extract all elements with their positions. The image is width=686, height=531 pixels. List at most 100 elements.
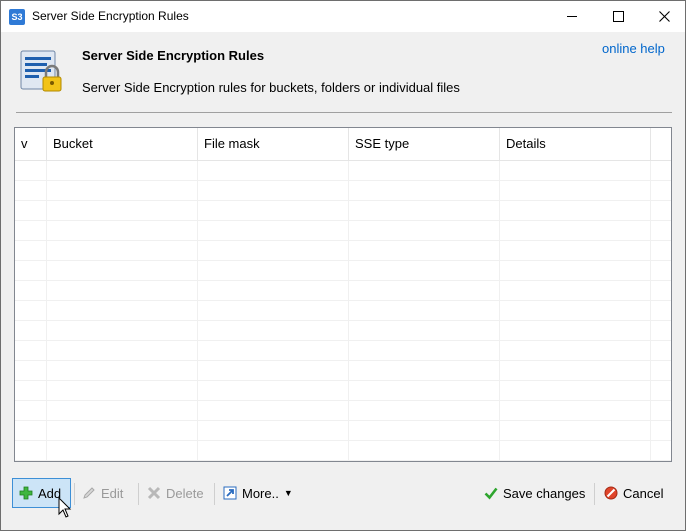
empty-list-cell [349,381,500,400]
empty-list-cell [198,381,349,400]
empty-list-cell [15,401,47,420]
empty-list-cell [15,441,47,460]
empty-list-cell [500,441,651,460]
empty-list-cell [15,381,47,400]
empty-list-cell [349,421,500,440]
empty-list-cell [47,301,198,320]
list-body [15,161,671,461]
empty-list-row [15,221,671,241]
toolbar-divider [214,483,215,505]
empty-list-cell [500,181,651,200]
column-header-details[interactable]: Details [500,128,651,160]
edit-button[interactable]: Edit [76,478,129,508]
close-button[interactable] [641,1,685,32]
title-bar: S3 Server Side Encryption Rules [1,1,685,32]
online-help-link[interactable]: online help [602,41,665,56]
empty-list-cell [349,181,500,200]
empty-list-cell [349,361,500,380]
empty-list-cell [198,201,349,220]
empty-list-cell [47,361,198,380]
app-icon: S3 [9,9,25,25]
external-arrow-icon [223,486,237,500]
save-label: Save changes [503,485,586,501]
empty-list-cell [47,201,198,220]
empty-list-cell [47,281,198,300]
delete-x-icon [147,486,161,500]
toolbar-divider [74,483,75,505]
empty-list-cell [349,301,500,320]
column-header-file-mask[interactable]: File mask [198,128,349,160]
empty-list-cell [500,221,651,240]
header-title: Server Side Encryption Rules [82,48,265,63]
empty-list-cell [47,421,198,440]
column-header-bucket[interactable]: Bucket [47,128,198,160]
empty-list-row [15,181,671,201]
empty-list-cell [198,421,349,440]
more-dropdown-button[interactable]: More.. ▼ [217,478,299,508]
empty-list-cell [349,441,500,460]
empty-list-row [15,201,671,221]
empty-list-cell [198,441,349,460]
empty-list-cell [198,181,349,200]
empty-list-row [15,261,671,281]
rules-list[interactable]: v Bucket File mask SSE type Details [14,127,672,462]
empty-list-cell [500,341,651,360]
close-icon [658,11,670,22]
cancel-label: Cancel [623,485,664,501]
empty-list-cell [500,261,651,280]
delete-button[interactable]: Delete [141,478,210,508]
empty-list-row [15,321,671,341]
dialog-header: Server Side Encryption Rules Server Side… [1,32,685,120]
empty-list-cell [500,161,651,180]
empty-list-cell [15,281,47,300]
empty-list-cell [198,341,349,360]
plus-icon [19,486,33,500]
empty-list-cell [500,281,651,300]
column-header-v[interactable]: v [15,128,47,160]
list-header: v Bucket File mask SSE type Details [15,128,671,161]
empty-list-cell [15,181,47,200]
empty-list-cell [15,221,47,240]
empty-list-cell [198,301,349,320]
empty-list-cell [349,221,500,240]
save-changes-button[interactable]: Save changes [478,478,591,508]
cancel-circle-icon [604,486,618,500]
empty-list-row [15,421,671,441]
empty-list-cell [500,321,651,340]
pencil-icon [83,487,95,499]
empty-list-cell [349,161,500,180]
empty-list-cell [47,381,198,400]
empty-list-cell [198,241,349,260]
header-subtitle: Server Side Encryption rules for buckets… [82,80,460,95]
empty-list-cell [47,321,198,340]
minimize-button[interactable] [549,1,595,32]
empty-list-row [15,161,671,181]
empty-list-cell [349,261,500,280]
empty-list-cell [349,281,500,300]
delete-label: Delete [166,485,204,501]
empty-list-cell [198,261,349,280]
maximize-button[interactable] [595,1,641,32]
empty-list-cell [47,441,198,460]
empty-list-row [15,381,671,401]
edit-label: Edit [101,485,124,501]
empty-list-row [15,441,671,461]
empty-list-row [15,281,671,301]
empty-list-cell [500,381,651,400]
empty-list-row [15,301,671,321]
empty-list-cell [47,221,198,240]
empty-list-cell [198,321,349,340]
empty-list-cell [15,301,47,320]
column-header-sse-type[interactable]: SSE type [349,128,500,160]
empty-list-cell [198,401,349,420]
more-label: More.. [242,485,279,501]
empty-list-cell [15,421,47,440]
empty-list-cell [15,321,47,340]
minimize-icon [567,16,577,17]
empty-list-cell [47,161,198,180]
cancel-button[interactable]: Cancel [598,478,669,508]
empty-list-cell [349,341,500,360]
empty-list-row [15,401,671,421]
empty-list-row [15,241,671,261]
maximize-icon [612,11,624,22]
